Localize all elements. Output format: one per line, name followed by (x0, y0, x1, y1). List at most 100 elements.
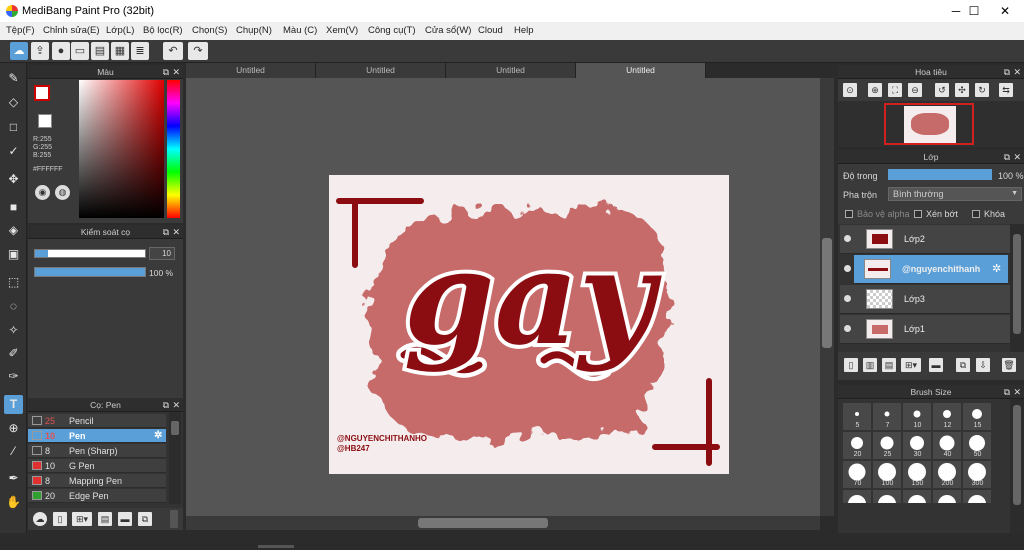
brush-size-preset[interactable]: 50 (963, 432, 992, 460)
menu-view[interactable]: Xem(V) (326, 25, 358, 36)
brush-list-scrollbar[interactable] (169, 412, 181, 504)
brush-size-preset[interactable]: 15 (963, 403, 992, 431)
layer-row[interactable]: Lớp3 (840, 285, 1010, 314)
visibility-icon[interactable] (844, 235, 851, 242)
layer-row-selected[interactable]: @nguyenchithanh ✲ (844, 255, 1008, 284)
popout-icon[interactable]: ⧉ (1004, 385, 1010, 399)
select-eraser-icon[interactable]: ✑ (4, 367, 23, 386)
menu-edit[interactable]: Chỉnh sửa(E) (43, 25, 100, 36)
size-value[interactable]: 10 (149, 247, 175, 260)
zoom-out-icon[interactable]: ⊖ (908, 83, 922, 97)
brush-size-preset[interactable]: 300 (963, 461, 992, 489)
menu-window[interactable]: Cửa sổ(W) (425, 25, 471, 36)
rotate-left-icon[interactable]: ↺ (935, 83, 949, 97)
tab-document-1[interactable]: Untitled (186, 63, 316, 78)
copy-brush-icon[interactable]: ▤ (98, 512, 112, 526)
duplicate-icon[interactable]: ⧉ (138, 512, 152, 526)
hue-slider[interactable] (167, 80, 180, 218)
brush-size-preset[interactable]: 5 (843, 403, 872, 431)
secondary-color-swatch[interactable] (38, 114, 52, 128)
flip-icon[interactable]: ✣ (955, 83, 969, 97)
menu-filter[interactable]: Bộ lọc(R) (143, 25, 183, 36)
brush-size-preset[interactable] (873, 490, 902, 504)
brush-size-preset[interactable]: 200 (933, 461, 962, 489)
brush-size-preset[interactable]: 150 (903, 461, 932, 489)
layer-row[interactable]: Lớp2 (840, 225, 1010, 254)
operation-tool-icon[interactable]: ⊕ (4, 419, 23, 438)
brush-item[interactable]: 8 Mapping Pen (28, 474, 166, 488)
menu-help[interactable]: Help (514, 25, 534, 36)
grid-icon[interactable]: ▦ (111, 42, 129, 60)
gradient-tool-icon[interactable]: ▣ (4, 245, 23, 264)
brush-size-preset[interactable]: 20 (843, 432, 872, 460)
eraser-tool-icon[interactable]: ◇ (4, 93, 23, 112)
reset-view-icon[interactable]: ⇆ (999, 83, 1013, 97)
brush-size-preset[interactable]: 30 (903, 432, 932, 460)
brush-size-preset[interactable]: 12 (933, 403, 962, 431)
maximize-button[interactable]: ☐ (957, 0, 991, 22)
brush-item[interactable]: 20 Edge Pen (28, 489, 166, 503)
merge-layer-icon[interactable]: ⇩ (976, 358, 990, 372)
share-icon[interactable]: ⇪ (31, 42, 49, 60)
brush-item[interactable]: 8 Pen (Sharp) (28, 444, 166, 458)
trash-icon[interactable]: 🗑 (1002, 358, 1016, 372)
tab-document-2[interactable]: Untitled (316, 63, 446, 78)
close-icon[interactable]: ✕ (1013, 150, 1021, 164)
new-halftone-layer-icon[interactable]: ▥ (863, 358, 877, 372)
clipping-checkbox[interactable] (914, 210, 922, 218)
close-icon[interactable]: ✕ (1013, 385, 1021, 399)
duplicate-layer-icon[interactable]: ⧉ (956, 358, 970, 372)
blend-mode-select[interactable]: Bình thường ▼ (888, 187, 1022, 201)
brush-size-preset[interactable]: 7 (873, 403, 902, 431)
size-slider[interactable] (34, 249, 146, 258)
select-tool-icon[interactable]: ⬚ (4, 273, 23, 292)
visibility-icon[interactable] (844, 265, 851, 272)
menu-color[interactable]: Màu (C) (283, 25, 317, 36)
layer-row[interactable]: Lớp1 (840, 315, 1010, 344)
palette-icon[interactable]: ◉ (35, 185, 50, 200)
brush-size-preset[interactable]: 10 (903, 403, 932, 431)
eyedropper-icon[interactable]: ⁄ (4, 442, 23, 461)
brush-item[interactable]: 25 Pencil (28, 414, 166, 428)
brush-size-preset[interactable]: 40 (933, 432, 962, 460)
text-tool-icon[interactable]: T (4, 395, 23, 414)
cloud-brush-icon[interactable]: ☁ (33, 512, 47, 526)
popout-icon[interactable]: ⧉ (163, 225, 169, 239)
brush-item[interactable]: 10 G Pen (28, 459, 166, 473)
new-layer-icon[interactable]: ▯ (844, 358, 858, 372)
layer-opacity-slider[interactable] (888, 169, 992, 180)
close-icon[interactable]: ✕ (172, 65, 180, 79)
tab-document-3[interactable]: Untitled (446, 63, 576, 78)
popout-icon[interactable]: ⧉ (163, 65, 169, 79)
rotate-right-icon[interactable]: ↻ (975, 83, 989, 97)
gear-icon[interactable]: ✲ (992, 262, 1001, 275)
new-8bit-layer-icon[interactable]: ▤ (882, 358, 896, 372)
folder-icon[interactable]: ▬ (929, 358, 943, 372)
popout-icon[interactable]: ⧉ (1004, 65, 1010, 79)
navigator-preview[interactable] (838, 101, 1024, 147)
panel-scroll-icon[interactable] (170, 510, 178, 528)
menu-select[interactable]: Chọn(S) (192, 25, 227, 36)
canvas[interactable]: gay @NGUYENCHITHANHO @HB247 (329, 175, 729, 474)
comment-icon[interactable]: ● (52, 42, 70, 60)
popout-icon[interactable]: ⧉ (163, 398, 169, 412)
close-icon[interactable]: ✕ (172, 398, 180, 412)
close-icon[interactable]: ✕ (172, 225, 180, 239)
lasso-tool-icon[interactable]: ◌ (4, 297, 23, 316)
close-icon[interactable]: ✕ (1013, 65, 1021, 79)
layer-list-scrollbar[interactable] (1010, 224, 1024, 352)
brush-size-preset[interactable]: 25 (873, 432, 902, 460)
list-icon[interactable]: ≣ (131, 42, 149, 60)
menu-capture[interactable]: Chụp(N) (236, 25, 272, 36)
cloud-icon[interactable]: ☁ (10, 42, 28, 60)
select-pen-icon[interactable]: ✐ (4, 344, 23, 363)
menu-layer[interactable]: Lớp(L) (106, 25, 134, 36)
zoom-in-icon[interactable]: ⊕ (868, 83, 882, 97)
brush-size-preset[interactable] (963, 490, 992, 504)
opacity-slider[interactable] (34, 267, 146, 277)
brush-size-preset[interactable] (903, 490, 932, 504)
lock-checkbox[interactable] (972, 210, 980, 218)
close-button[interactable]: ✕ (988, 0, 1022, 22)
magic-wand-icon[interactable]: ✧ (4, 321, 23, 340)
brush-size-preset[interactable]: 100 (873, 461, 902, 489)
